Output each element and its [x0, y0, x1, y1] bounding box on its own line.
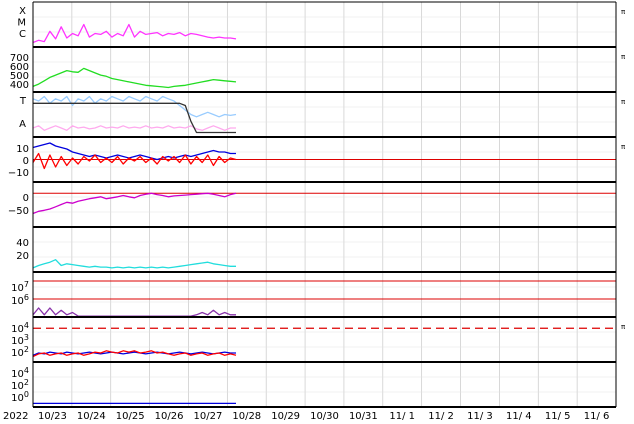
y-tick-label: −50 — [8, 206, 29, 217]
x-tick-label: 10/27 — [193, 411, 222, 422]
panel-class-label: M — [17, 18, 26, 29]
x-tick-label: 10/26 — [155, 411, 184, 422]
x-tick-label: 10/28 — [232, 411, 261, 422]
x-tick-label: 10/30 — [310, 411, 339, 422]
y-tick-label: 0 — [23, 193, 29, 204]
x-tick-label: 10/29 — [271, 411, 300, 422]
year-label: 2022 — [3, 411, 28, 422]
y-tick-label: −10 — [8, 168, 29, 179]
space-weather-chart: πXMCπ700600500400πTAπ100−100−50402010710… — [0, 0, 634, 424]
x-tick-label: 11/ 2 — [428, 411, 454, 422]
x-tick-label: 11/ 4 — [506, 411, 532, 422]
x-tick-label: 10/31 — [349, 411, 378, 422]
x-tick-label: 11/ 3 — [467, 411, 493, 422]
x-tick-label: 11/ 5 — [545, 411, 571, 422]
x-tick-label: 11/ 6 — [584, 411, 610, 422]
x-tick-label: 10/25 — [116, 411, 145, 422]
x-tick-label: 10/24 — [77, 411, 106, 422]
y-tick-label: 20 — [16, 251, 29, 262]
y-tick-label: 400 — [10, 80, 29, 91]
panel-class-label: X — [19, 6, 26, 17]
y-tick-label: 10 — [16, 144, 29, 155]
y-tick-label: 0 — [23, 156, 29, 167]
panel-class-label: A — [19, 119, 26, 130]
y-tick-label: 40 — [16, 238, 29, 249]
x-tick-label: 11/ 1 — [389, 411, 415, 422]
x-tick-label: 10/23 — [38, 411, 67, 422]
panel-class-label: C — [19, 29, 26, 40]
panel-class-label: T — [19, 96, 27, 107]
